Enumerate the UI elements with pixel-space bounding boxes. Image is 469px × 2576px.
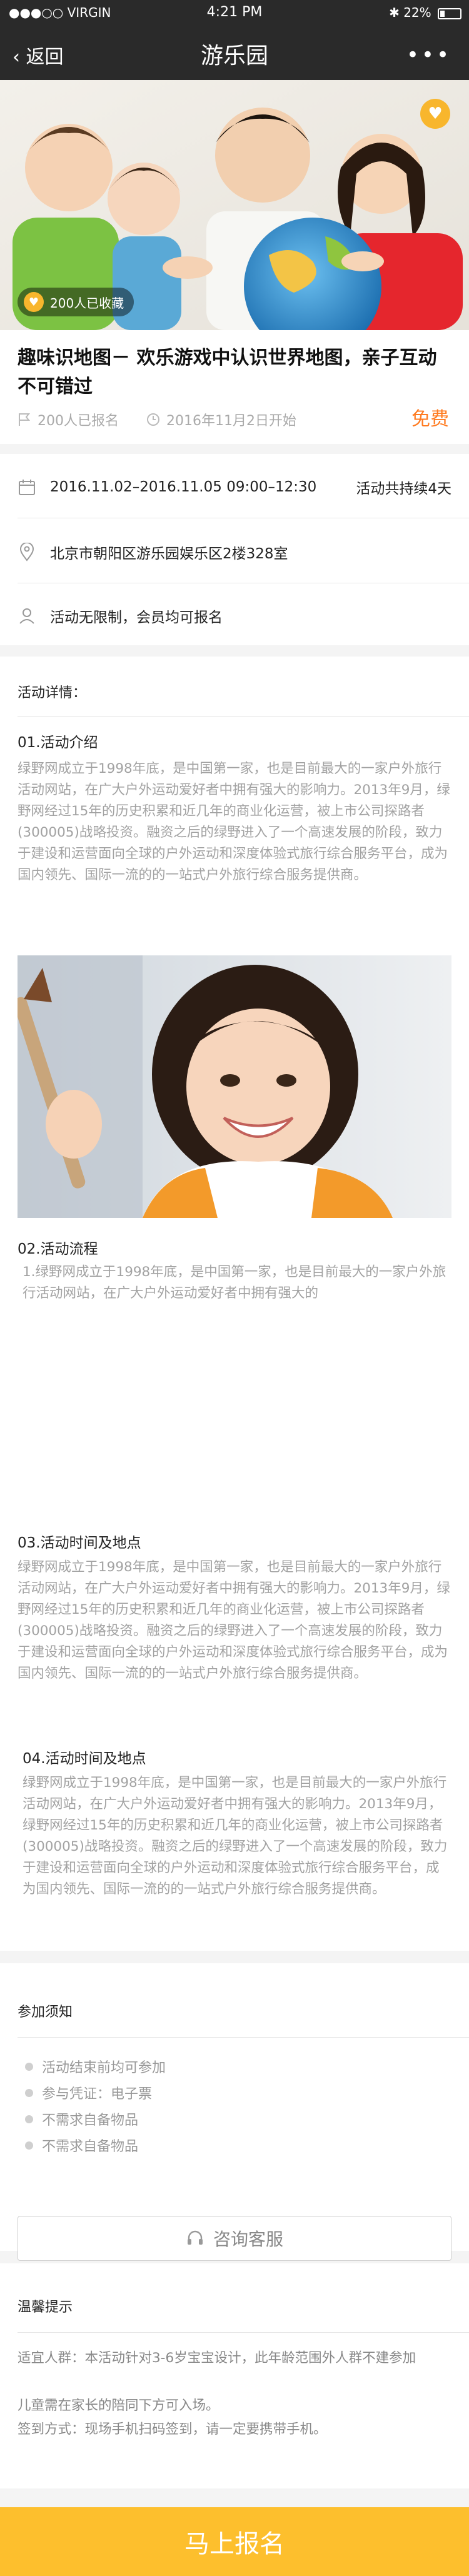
section-title: 02.活动流程 (18, 1241, 98, 1257)
more-button[interactable]: ••• (406, 43, 451, 68)
list-item: 参与凭证：电子票 (25, 2080, 166, 2106)
start-date: 2016年11月2日开始 (166, 413, 296, 429)
process-item: 1.绿野网成立于1998年底，是中国第一家，也是目前最大的一家户外旅行活动网站，… (23, 1264, 446, 1301)
divider (18, 2332, 469, 2333)
consult-service-button[interactable]: 咨询客服 (18, 2216, 451, 2261)
nav-bar: ‹ 返回 游乐园 ••• (0, 25, 469, 80)
favorites-badge: ♥ 200人已收藏 (18, 288, 134, 316)
bullet-icon (25, 2115, 33, 2123)
heart-icon: ♥ (428, 104, 443, 123)
eligibility: 活动无限制，会员均可报名 (50, 610, 223, 626)
bullet-icon (25, 2141, 33, 2150)
battery-percent: 22% (403, 5, 431, 20)
details-heading: 活动详情： (18, 685, 87, 701)
divider (18, 716, 469, 717)
price-label: 免费 (411, 408, 449, 430)
list-item: 活动结束前均可参加 (25, 2053, 166, 2080)
battery-icon (438, 8, 461, 19)
list-item: 不需求自备物品 (25, 2106, 166, 2132)
detail-photo (18, 955, 451, 1218)
signup-button[interactable]: 马上报名 (0, 2507, 469, 2576)
battery-indicator: ✱ 22% (389, 5, 461, 20)
location-pin-icon (19, 543, 34, 561)
reminder-heading: 温馨提示 (18, 2300, 73, 2315)
user-icon (19, 608, 34, 624)
headset-icon (187, 2230, 203, 2245)
favorite-button[interactable]: ♥ (420, 99, 450, 129)
date-range: 2016.11.02–2016.11.05 09:00–12:30 (50, 479, 317, 495)
reminder-line: 儿童需在家长的陪同下方可入场。 (18, 2398, 219, 2413)
signup-count: 200人已报名 (38, 413, 119, 429)
flag-icon (19, 413, 31, 426)
address: 北京市朝阳区游乐园娱乐区2楼328室 (50, 546, 288, 562)
bullet-icon (25, 2088, 33, 2097)
eligibility-row: 活动无限制，会员均可报名 (18, 588, 451, 644)
bullet-icon (25, 2062, 33, 2071)
reminder-line: 签到方式：现场手机扫码签到，请一定要携带手机。 (18, 2422, 327, 2437)
notice-list: 活动结束前均可参加 参与凭证：电子票 不需求自备物品 不需求自备物品 (25, 2053, 166, 2158)
reminder-line: 适宜人群：本活动针对3-6岁宝宝设计，此年龄范围外人群不建参加 (18, 2350, 416, 2366)
notice-item-text: 活动结束前均可参加 (42, 2060, 166, 2076)
divider (18, 2037, 469, 2038)
section-title: 04.活动时间及地点 (23, 1751, 146, 1767)
notice-heading: 参加须知 (18, 2005, 73, 2020)
heart-icon: ♥ (24, 292, 44, 312)
page-title: 游乐园 (200, 43, 268, 69)
favorites-count: 200人已收藏 (50, 295, 124, 311)
section-text: 绿野网成立于1998年底，是中国第一家，也是目前最大的一家户外旅行活动网站，在广… (18, 1559, 450, 1681)
calendar-icon (19, 480, 35, 495)
notice-item-text: 不需求自备物品 (42, 2139, 139, 2155)
activity-title: 趣味识地图－ 欢乐游戏中认识世界地图，亲子互动不可错过 (18, 347, 437, 398)
girl-painting-illustration (18, 955, 451, 1218)
section-text: 绿野网成立于1998年底，是中国第一家，也是目前最大的一家户外旅行活动网站，在广… (23, 1775, 448, 1897)
section-text: 绿野网成立于1998年底，是中国第一家，也是目前最大的一家户外旅行活动网站，在广… (18, 761, 450, 883)
date-row: 2016.11.02–2016.11.05 09:00–12:30 活动共持续4… (18, 459, 451, 515)
bluetooth-icon: ✱ (389, 5, 400, 20)
notice-item-text: 参与凭证：电子票 (42, 2086, 153, 2102)
status-bar: ●●●○○ VIRGIN 4:21 PM ✱ 22% (0, 0, 469, 25)
duration: 活动共持续4天 (356, 481, 451, 497)
activity-meta: 200人已报名 2016年11月2日开始 (18, 410, 296, 430)
list-item: 不需求自备物品 (25, 2132, 166, 2158)
consult-label: 咨询客服 (213, 2229, 283, 2250)
clock-icon (147, 413, 159, 426)
notice-item-text: 不需求自备物品 (42, 2113, 139, 2128)
section-title: 03.活动时间及地点 (18, 1535, 141, 1551)
section-title: 01.活动介绍 (18, 735, 98, 751)
address-row[interactable]: 北京市朝阳区游乐园娱乐区2楼328室 (18, 524, 451, 580)
